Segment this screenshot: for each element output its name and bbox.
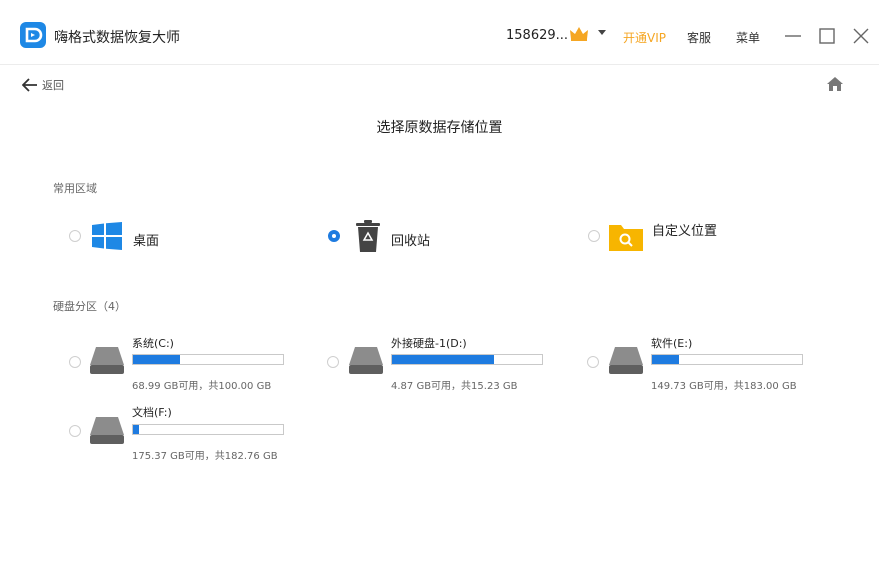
drive-c-info: 68.99 GB可用，共100.00 GB bbox=[132, 381, 272, 392]
drive-d-usage-bar bbox=[391, 354, 543, 365]
drive-d-usage-fill bbox=[392, 355, 494, 364]
folder-search-icon bbox=[609, 221, 643, 255]
close-button[interactable] bbox=[849, 24, 873, 48]
recycle-bin-icon bbox=[355, 219, 381, 257]
recycle-bin-label[interactable]: 回收站 bbox=[391, 230, 430, 249]
back-label: 返回 bbox=[42, 79, 64, 92]
hard-drive-icon bbox=[608, 347, 644, 379]
desktop-radio[interactable] bbox=[69, 230, 81, 242]
drive-f-usage-fill bbox=[133, 425, 139, 434]
open-vip-link[interactable]: 开通VIP bbox=[623, 29, 666, 46]
hard-drive-icon bbox=[348, 347, 384, 379]
drive-c-name[interactable]: 系统(C:) bbox=[132, 335, 174, 351]
custom-location-radio[interactable] bbox=[588, 230, 600, 242]
drive-c-radio[interactable] bbox=[69, 356, 81, 368]
user-dropdown-caret-icon[interactable] bbox=[598, 30, 606, 35]
customer-service-link[interactable]: 客服 bbox=[687, 29, 711, 46]
windows-icon bbox=[92, 222, 122, 254]
back-arrow-icon bbox=[22, 78, 37, 92]
drive-e-radio[interactable] bbox=[587, 356, 599, 368]
drive-c-usage-fill bbox=[133, 355, 180, 364]
page-title: 选择原数据存储位置 bbox=[376, 120, 503, 136]
drive-f-usage-bar bbox=[132, 424, 284, 435]
back-button[interactable]: 返回 bbox=[22, 76, 64, 94]
menu-link[interactable]: 菜单 bbox=[736, 29, 760, 46]
minimize-button[interactable] bbox=[781, 24, 805, 48]
home-icon[interactable] bbox=[826, 75, 844, 97]
custom-location-label[interactable]: 自定义位置 bbox=[652, 220, 717, 239]
app-logo-icon bbox=[20, 22, 46, 48]
drive-d-info: 4.87 GB可用，共15.23 GB bbox=[391, 381, 518, 392]
drive-e-info: 149.73 GB可用，共183.00 GB bbox=[651, 381, 797, 392]
drive-f-radio[interactable] bbox=[69, 425, 81, 437]
desktop-label[interactable]: 桌面 bbox=[133, 230, 159, 249]
recycle-bin-radio[interactable] bbox=[328, 230, 340, 242]
app-title: 嗨格式数据恢复大师 bbox=[54, 30, 180, 46]
drive-e-usage-bar bbox=[651, 354, 803, 365]
common-section-label: 常用区域 bbox=[53, 182, 97, 195]
crown-icon bbox=[569, 26, 589, 42]
hard-drive-icon bbox=[89, 417, 125, 449]
drive-d-radio[interactable] bbox=[327, 356, 339, 368]
drive-c-usage-bar bbox=[132, 354, 284, 365]
drives-section-label: 硬盘分区（4） bbox=[53, 300, 126, 313]
hard-drive-icon bbox=[89, 347, 125, 379]
drive-e-usage-fill bbox=[652, 355, 679, 364]
drive-f-info: 175.37 GB可用，共182.76 GB bbox=[132, 451, 278, 462]
username[interactable]: 158629... bbox=[506, 28, 568, 43]
drive-e-name[interactable]: 软件(E:) bbox=[651, 335, 692, 351]
maximize-button[interactable] bbox=[815, 24, 839, 48]
drive-f-name[interactable]: 文档(F:) bbox=[132, 404, 172, 420]
drive-d-name[interactable]: 外接硬盘-1(D:) bbox=[391, 335, 467, 351]
